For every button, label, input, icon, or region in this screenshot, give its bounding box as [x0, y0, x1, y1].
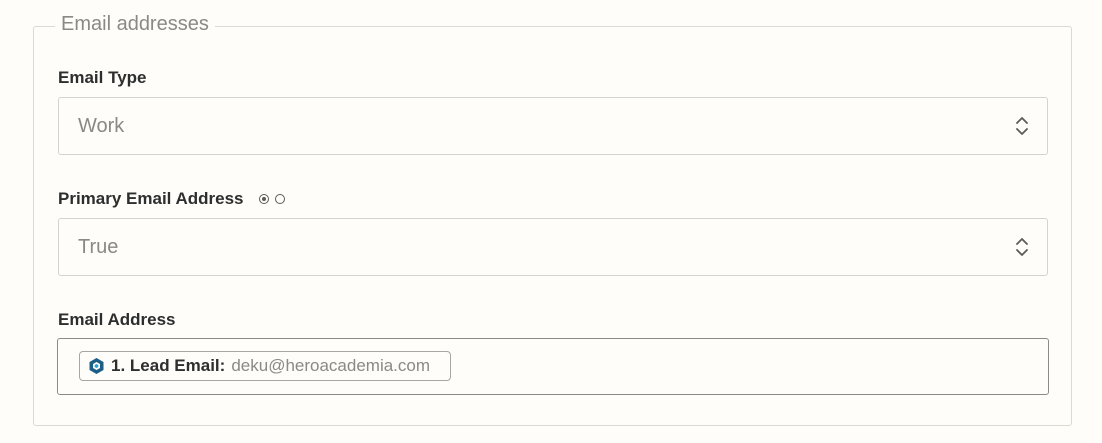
primary-email-select[interactable]: True [58, 218, 1048, 276]
email-type-value: Work [78, 115, 125, 137]
radio-selected-icon[interactable] [259, 194, 269, 204]
primary-email-radio-group [259, 192, 285, 206]
pill-field-label: 1. Lead Email: [111, 356, 226, 375]
chevron-up-down-icon [1016, 117, 1028, 135]
mapped-field-pill[interactable]: 1. Lead Email: deku@heroacademia.com [79, 351, 451, 381]
pill-field-value: deku@heroacademia.com [231, 356, 431, 375]
chevron-up-down-icon [1016, 238, 1028, 256]
app-logo-icon [89, 358, 104, 374]
radio-unselected-icon[interactable] [275, 194, 285, 204]
email-address-input[interactable]: 1. Lead Email: deku@heroacademia.com [57, 338, 1049, 395]
email-type-label: Email Type [58, 68, 147, 87]
email-address-label: Email Address [58, 310, 176, 329]
fieldset-legend: Email addresses [55, 11, 215, 37]
primary-email-value: True [78, 236, 119, 258]
email-type-select[interactable]: Work [58, 97, 1048, 155]
primary-email-label: Primary Email Address [58, 189, 244, 208]
